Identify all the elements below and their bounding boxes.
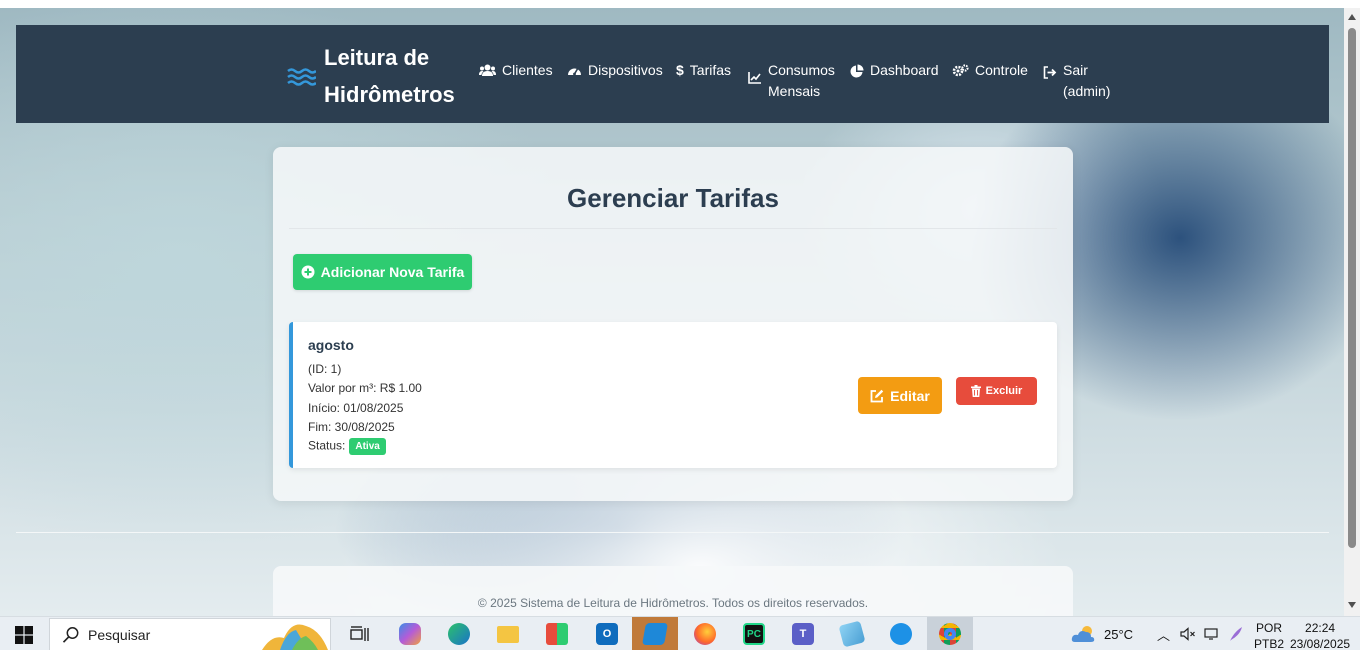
status-badge: Ativa [349,438,386,455]
brand-line-2: Hidrômetros [324,82,455,107]
weather-widget[interactable]: 25°C [1070,617,1133,650]
firefox-icon[interactable] [682,617,728,650]
teams-icon[interactable]: T [780,617,826,650]
footer: © 2025 Sistema de Leitura de Hidrômetros… [273,566,1073,616]
nav-label-line-2: Mensais [768,83,821,99]
outlook-icon[interactable]: O [584,617,630,650]
nav-label-line-2: (admin) [1063,83,1111,99]
pie-chart-icon [850,64,864,78]
gauge-icon [568,67,581,76]
notepad-icon[interactable] [829,617,875,650]
water-waves-icon [287,68,316,86]
edge-icon[interactable] [436,617,482,650]
plus-circle-icon [301,265,315,279]
search-icon [62,626,79,643]
tariff-item: agosto (ID: 1) Valor por m³: R$ 1.00 Iní… [289,322,1057,468]
browser-top-edge [0,0,1360,8]
navbar: Leitura de Hidrômetros Clientes Disposit… [16,25,1329,123]
dollar-icon: $ [676,62,684,78]
pycharm-icon[interactable]: PC [731,617,777,650]
chart-line-icon [748,72,761,84]
chevron-up-icon[interactable]: ︿ [1157,625,1170,644]
copilot-icon[interactable] [387,617,433,650]
nav-item-controle[interactable]: Controle [952,60,1028,81]
scroll-down-icon[interactable] [1348,602,1356,608]
input-language[interactable]: POR PTB2 [1254,620,1284,650]
search-placeholder: Pesquisar [88,626,151,643]
nav-item-consumos-mensais[interactable]: Consumos Mensais [748,60,835,102]
taskbar-clock[interactable]: 22:24 23/08/2025 [1290,620,1350,650]
scroll-up-icon[interactable] [1348,14,1356,20]
search-highlight-image-icon [262,624,328,650]
users-icon [479,64,496,76]
page-title: Gerenciar Tarifas [567,183,779,213]
vertical-scrollbar[interactable] [1344,8,1360,616]
nav-item-tarifas[interactable]: $ Tarifas [676,60,731,81]
vscode-icon[interactable] [632,617,678,650]
delete-button[interactable]: Excluir [956,377,1037,405]
nav-item-sair[interactable]: Sair (admin) [1043,60,1110,102]
title-divider [289,228,1057,229]
footer-copyright: © 2025 Sistema de Leitura de Hidrômetros… [477,596,869,610]
nav-item-dispositivos[interactable]: Dispositivos [567,60,663,81]
nav-label: Dashboard [870,62,939,78]
windows-taskbar: Pesquisar O PC T 25°C ︿ POR PTB2 22:24 2… [0,616,1360,650]
tariff-name: agosto [308,337,354,353]
nav-label: Tarifas [689,62,732,78]
nav-label-line-1: Sair [1063,62,1088,78]
nav-item-clientes[interactable]: Clientes [479,60,553,81]
nav-label: Controle [975,62,1028,78]
lang-line-2: PTB2 [1254,637,1285,650]
clock-time: 22:24 [1305,621,1336,635]
status-label: Status: [308,438,346,453]
tariff-id: (ID: 1) [308,362,342,376]
nav-label-line-1: Consumos [768,62,835,78]
brand-title: Leitura de Hidrômetros [324,39,464,113]
weather-cloud-icon [1071,626,1095,642]
nav-label: Clientes [502,62,553,78]
microsoft-store-icon[interactable] [534,617,580,650]
page-viewport: Leitura de Hidrômetros Clientes Disposit… [0,8,1344,616]
docker-icon[interactable] [878,617,924,650]
tariffs-card: Gerenciar Tarifas Adicionar Nova Tarifa … [273,147,1073,501]
brand[interactable]: Leitura de Hidrômetros [286,39,464,113]
trash-icon [970,385,981,397]
edit-button[interactable]: Editar [858,377,942,414]
edit-icon [870,389,884,402]
tariff-status: Status: Ativa [308,438,386,455]
add-tariff-button[interactable]: Adicionar Nova Tarifa [293,254,472,290]
nav-label: Dispositivos [588,62,663,78]
edit-label: Editar [890,387,930,404]
scrollbar-thumb[interactable] [1348,28,1356,548]
tariff-start: Início: 01/08/2025 [308,401,404,415]
delete-label: Excluir [985,385,1023,397]
chrome-icon[interactable] [927,617,973,650]
pen-feather-icon[interactable] [1228,626,1244,642]
nav-item-dashboard[interactable]: Dashboard [850,60,939,81]
system-tray: ︿ [1157,617,1244,650]
add-tariff-label: Adicionar Nova Tarifa [320,264,465,280]
tariff-end: Fim: 30/08/2025 [308,420,395,434]
network-icon[interactable] [1204,627,1220,641]
cogs-icon [952,64,969,77]
windows-start-icon[interactable] [15,626,33,644]
weather-temp: 25°C [1104,626,1134,642]
speaker-muted-icon[interactable] [1180,627,1196,641]
sign-out-icon [1043,66,1057,79]
file-explorer-icon[interactable] [485,617,531,650]
brand-line-1: Leitura de [324,45,430,70]
footer-divider [16,532,1329,533]
task-view-icon[interactable] [337,617,383,650]
tariff-price: Valor por m³: R$ 1.00 [308,381,422,395]
lang-line-1: POR [1256,621,1283,635]
clock-date: 23/08/2025 [1290,637,1351,650]
